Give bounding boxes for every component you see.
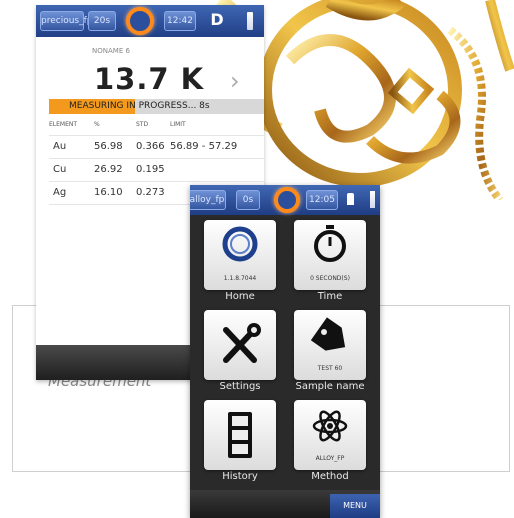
mode-letter[interactable]: D [206, 9, 228, 31]
home-label: Home [225, 291, 255, 302]
element-cell: Cu [53, 164, 67, 175]
element-cell: Au [53, 141, 67, 152]
status-bar: alloy_fp 0s 12:05 [190, 185, 380, 215]
battery-icon [247, 12, 253, 30]
std-cell: 0.195 [136, 164, 165, 175]
settings-label: Settings [219, 381, 261, 392]
method-value: ALLOY_FP [315, 455, 345, 462]
sample-name-value: TEST 60 [317, 365, 343, 372]
start-ring-icon[interactable] [274, 187, 300, 213]
tag-icon [310, 317, 346, 351]
method-tile[interactable]: ALLOY_FP [294, 400, 366, 470]
atom-icon [312, 410, 348, 442]
results-header: ELEMENT % STD LIMIT [49, 121, 264, 133]
ring-logo-icon [222, 226, 258, 262]
version-text: 1.1.8.7044 [223, 275, 257, 282]
history-tile[interactable] [204, 400, 276, 470]
home-tile[interactable]: 1.1.8.7044 [204, 220, 276, 290]
time-value: 0 SECOND(S) [310, 275, 350, 282]
tools-icon [223, 323, 261, 363]
sample-name-label: Sample name [295, 381, 365, 392]
cabinet-icon [228, 412, 252, 458]
std-cell: 0.273 [136, 187, 165, 198]
status-bar: precious_fp 20s 12:42 D [36, 5, 264, 37]
method-label: Method [311, 471, 349, 482]
col-element: ELEMENT [49, 121, 78, 128]
percent-cell: 26.92 [94, 164, 123, 175]
timer-tab[interactable]: 20s [88, 11, 116, 31]
clock-tab: 12:42 [164, 11, 196, 31]
timer-tab[interactable]: 0s [236, 190, 260, 210]
user-icon[interactable] [347, 193, 354, 205]
std-cell: 0.366 [136, 141, 165, 152]
table-row[interactable]: Cu 26.92 0.195 [49, 158, 264, 181]
percent-cell: 56.98 [94, 141, 123, 152]
preset-tab[interactable]: alloy_fp [190, 190, 226, 210]
col-limit: LIMIT [170, 121, 186, 128]
stopwatch-icon [314, 225, 346, 262]
limit-cell: 56.89 - 57.29 [170, 141, 238, 152]
battery-icon [370, 191, 375, 208]
sample-name-tile[interactable]: TEST 60 [294, 310, 366, 380]
sample-name: NONAME 6 [92, 47, 130, 55]
time-label: Time [317, 291, 343, 302]
chevron-right-icon[interactable]: › [230, 67, 240, 95]
progress-text: MEASURING IN PROGRESS... 8s [69, 101, 210, 111]
start-ring-icon[interactable] [126, 7, 154, 35]
history-label: History [222, 471, 258, 482]
col-percent: % [94, 121, 100, 128]
settings-tile[interactable] [204, 310, 276, 380]
clock-tab: 12:05 [306, 190, 338, 210]
menu-button[interactable]: MENU [330, 494, 380, 518]
percent-cell: 16.10 [94, 187, 123, 198]
progress-bar: MEASURING IN PROGRESS... 8s [49, 99, 264, 114]
time-tile[interactable]: 0 SECOND(S) [294, 220, 366, 290]
element-cell: Ag [53, 187, 67, 198]
main-menu-screen: alloy_fp 0s 12:05 1.1.8.7044 Home 0 SECO… [190, 185, 380, 518]
thickness-value: 13.7 K [94, 62, 205, 96]
col-std: STD [136, 121, 149, 128]
preset-tab[interactable]: precious_fp [40, 11, 92, 31]
table-row[interactable]: Au 56.98 0.366 56.89 - 57.29 [49, 135, 264, 158]
